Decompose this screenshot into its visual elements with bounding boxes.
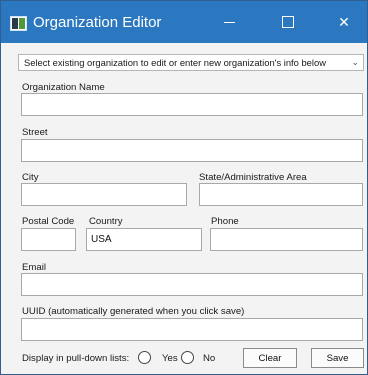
postal-code-input[interactable] xyxy=(21,228,76,251)
state-label: State/Administrative Area xyxy=(199,172,307,183)
display-yes-label: Yes xyxy=(162,353,178,364)
display-no-radio[interactable] xyxy=(181,351,194,364)
email-input[interactable] xyxy=(21,273,363,296)
organization-editor-window: Organization Editor ✕ Select existing or… xyxy=(0,0,368,375)
display-in-lists-label: Display in pull-down lists: xyxy=(22,353,130,364)
display-yes-radio[interactable] xyxy=(138,351,151,364)
uuid-input[interactable] xyxy=(21,318,363,341)
uuid-label: UUID (automatically generated when you c… xyxy=(22,306,245,317)
country-label: Country xyxy=(89,216,123,227)
organization-name-input[interactable] xyxy=(21,93,363,116)
organization-name-label: Organization Name xyxy=(22,82,105,93)
window-title: Organization Editor xyxy=(33,14,162,31)
minimize-icon xyxy=(223,21,235,23)
clear-button[interactable]: Clear xyxy=(243,348,297,368)
email-label: Email xyxy=(22,262,46,273)
organization-select[interactable]: Select existing organization to edit or … xyxy=(18,54,364,71)
state-input[interactable] xyxy=(199,183,363,206)
chevron-down-icon: ⌄ xyxy=(351,57,359,67)
city-label: City xyxy=(22,172,39,183)
display-no-label: No xyxy=(203,353,216,364)
maximize-button[interactable] xyxy=(265,1,311,43)
close-button[interactable]: ✕ xyxy=(321,1,367,43)
postal-code-label: Postal Code xyxy=(22,216,75,227)
title-bar[interactable]: Organization Editor ✕ xyxy=(1,1,367,43)
street-input[interactable] xyxy=(21,139,363,162)
app-icon xyxy=(10,16,27,31)
organization-select-text: Select existing organization to edit or … xyxy=(24,57,326,68)
country-input[interactable] xyxy=(86,228,202,251)
close-icon: ✕ xyxy=(338,13,350,30)
phone-label: Phone xyxy=(211,216,239,227)
street-label: Street xyxy=(22,127,48,138)
maximize-icon xyxy=(282,16,294,28)
city-input[interactable] xyxy=(21,183,187,206)
save-button[interactable]: Save xyxy=(311,348,364,368)
phone-input[interactable] xyxy=(210,228,363,251)
minimize-button[interactable] xyxy=(206,1,252,43)
